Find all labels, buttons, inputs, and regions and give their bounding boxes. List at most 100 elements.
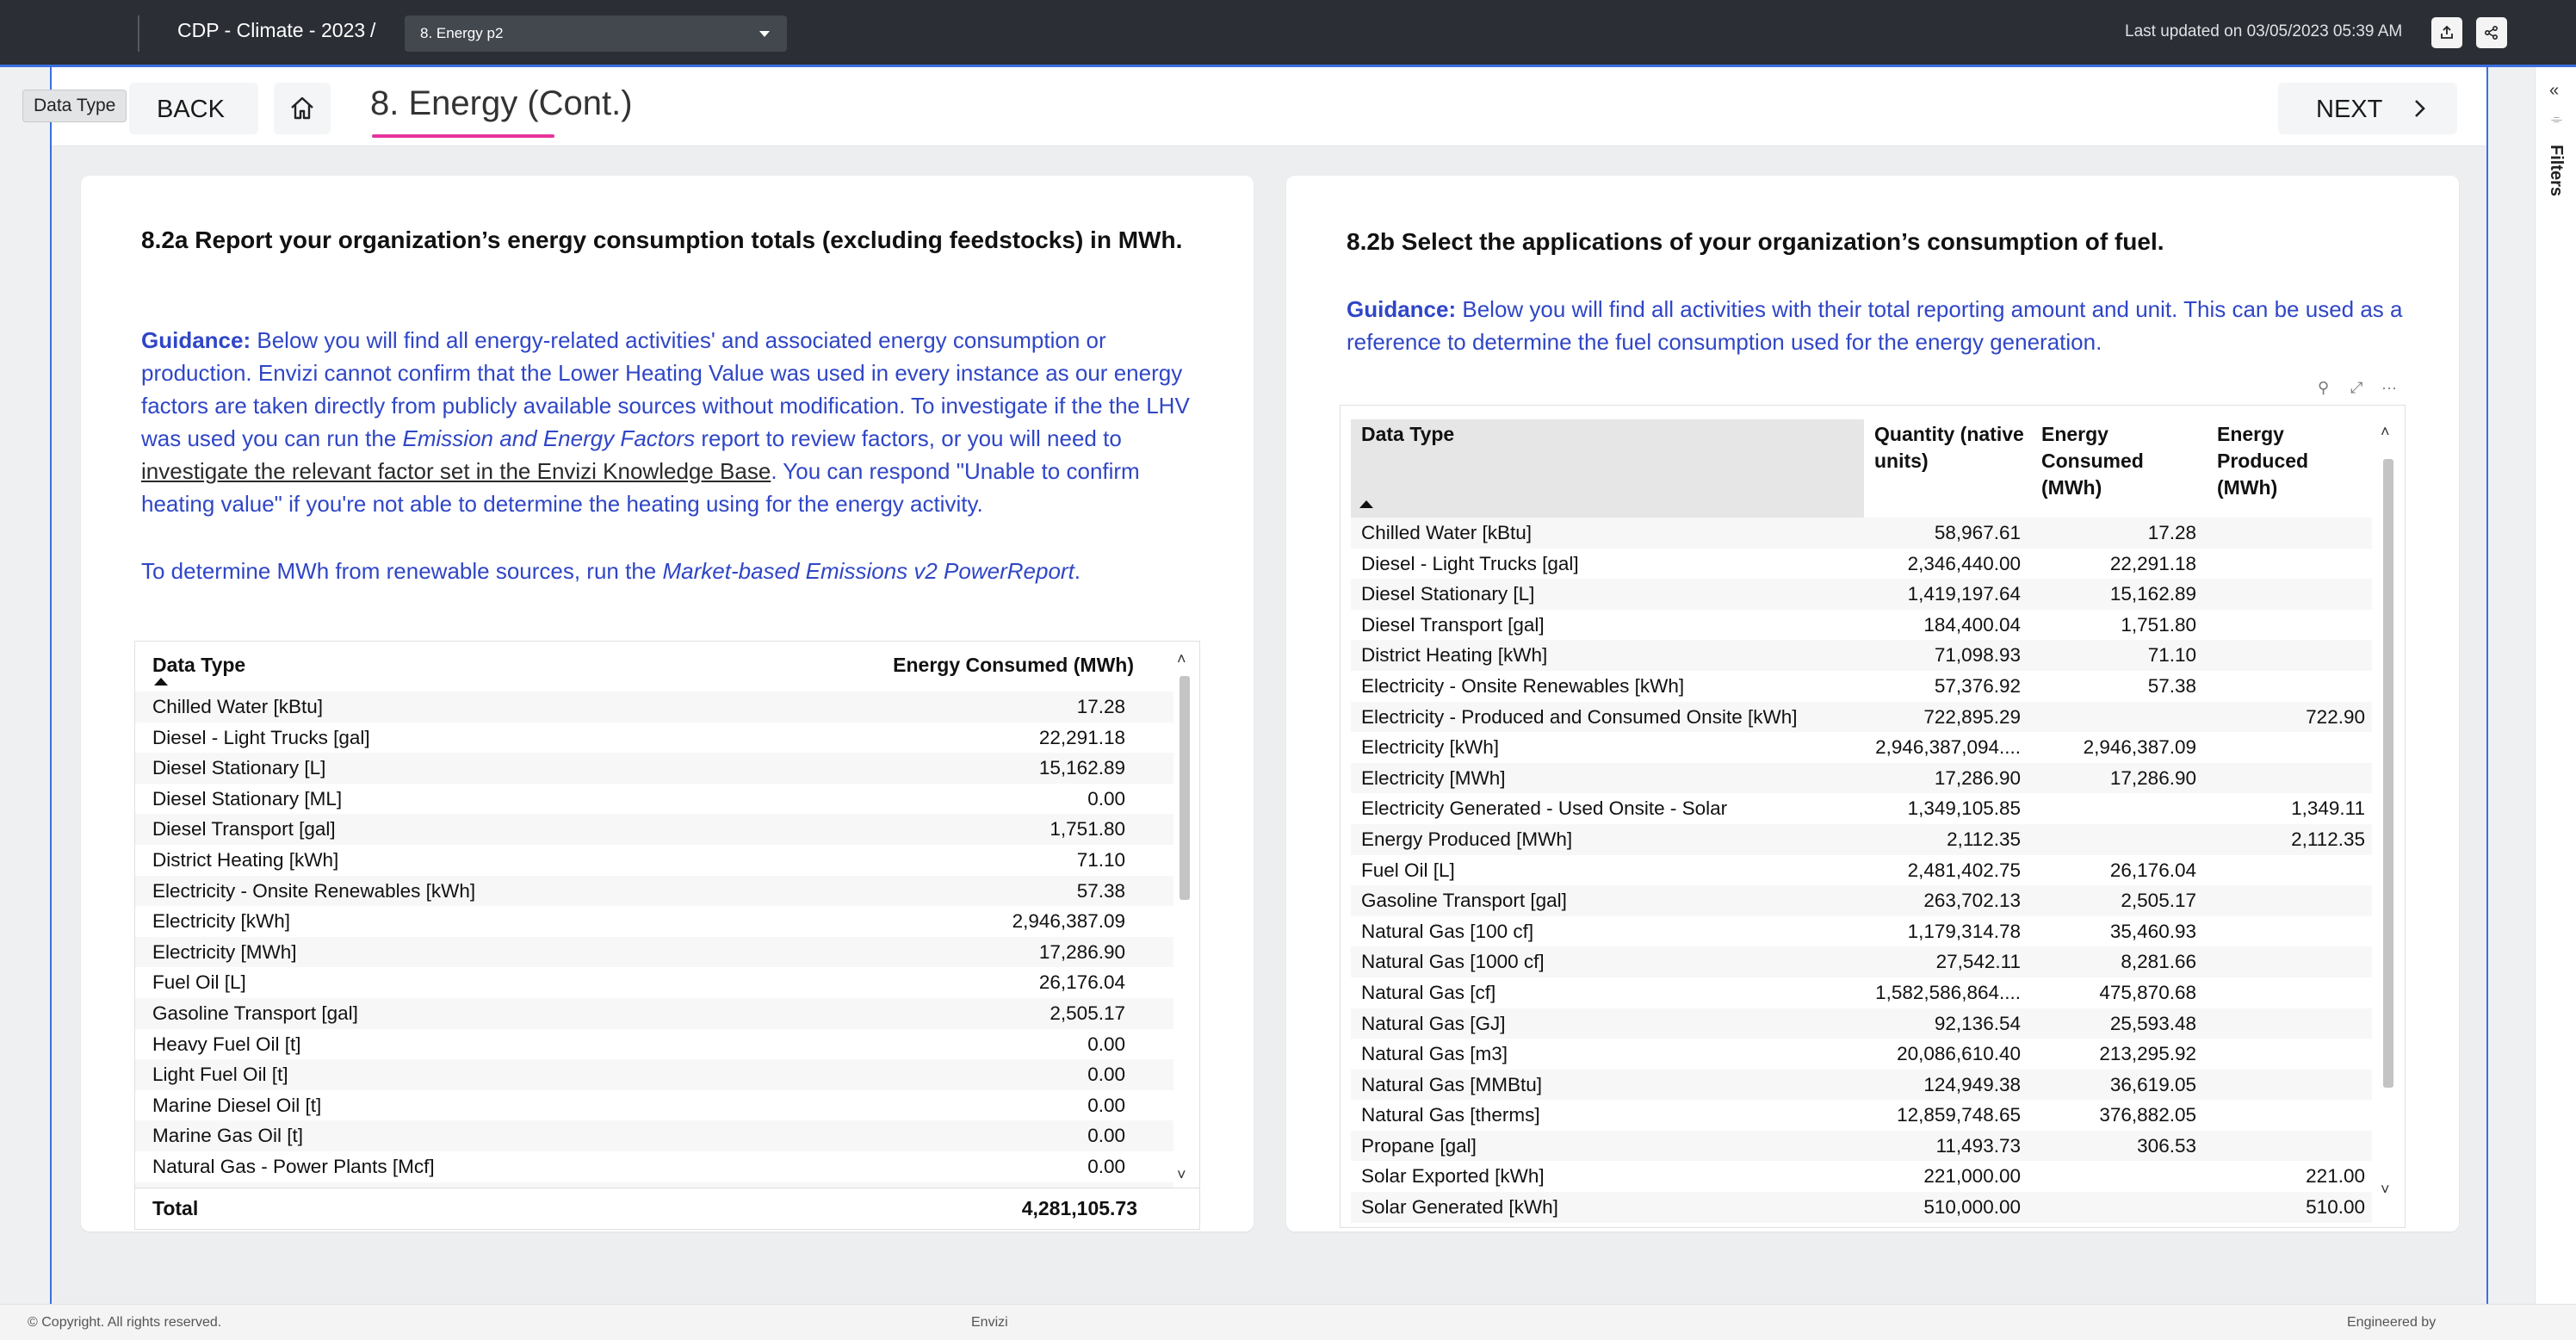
scrollbar-thumb[interactable] [1180, 676, 1190, 900]
page-selector-dropdown[interactable]: 8. Energy p2 [405, 16, 787, 52]
guidance-text: Below you will find all activities with … [1347, 296, 2403, 355]
focus-mode-icon[interactable]: ⤢ [2350, 379, 2362, 397]
table-row[interactable]: Natural Gas [therms] 12,859,748.65 376,882… [1351, 1100, 2372, 1131]
table-row[interactable]: Natural Gas [m3] 20,086,610.40 213,295.92 [1351, 1039, 2372, 1070]
table-row[interactable]: Light Fuel Oil [t] 0.00 [135, 1059, 1173, 1090]
cell-energy-consumed: 71.10 [2147, 644, 2196, 667]
table-row[interactable]: District Heating [kWh] 71.10 [135, 845, 1173, 876]
topbar-divider [138, 16, 139, 52]
column-header-energy-consumed[interactable]: Energy Consumed (MWh) [2041, 421, 2162, 501]
table-row[interactable]: Diesel - Light Trucks [gal] 22,291.18 [135, 723, 1173, 754]
table-row[interactable]: Energy Produced [MWh] 2,112.35 2,112.35 [1351, 823, 2372, 855]
cell-data-type: Diesel Transport [gal] [152, 818, 336, 841]
renewable-report-name: Market-based Emissions v2 PowerReport [662, 558, 1074, 584]
table-row[interactable]: Marine Gas Oil [t] 0.00 [135, 1120, 1173, 1151]
cell-quantity: 20,086,610.40 [1897, 1043, 2021, 1065]
share-button[interactable] [2476, 17, 2507, 48]
table-row[interactable]: Electricity - Onsite Renewables [kWh] 57.… [135, 875, 1173, 907]
scroll-up-icon[interactable]: ˄ [1177, 650, 1186, 668]
scrollbar-thumb[interactable] [2383, 459, 2393, 1088]
cell-data-type: Chilled Water [kBtu] [1361, 522, 1532, 543]
table-row[interactable]: Diesel Transport [gal] 1,751.80 [135, 814, 1173, 845]
table-row[interactable]: Fuel Oil [L] 2,481,402.75 26,176.04 [1351, 855, 2372, 886]
export-button[interactable] [2431, 17, 2462, 48]
table-row[interactable]: Electricity [MWh] 17,286.90 17,286.90 [1351, 762, 2372, 794]
fuel-applications-table[interactable]: Data Type Quantity (native units) Energy… [1340, 405, 2406, 1228]
knowledge-base-link[interactable]: investigate the relevant factor set in t… [141, 458, 771, 484]
table-row[interactable]: Natural Gas [100 cf] 1,179,314.78 35,460.9… [1351, 916, 2372, 947]
cell-quantity: 17,286.90 [1934, 766, 2021, 789]
cell-energy-consumed: 0.00 [1087, 1125, 1125, 1147]
cell-energy-consumed: 376,882.05 [2099, 1104, 2196, 1126]
column-header-data-type[interactable]: Data Type [1361, 421, 1843, 448]
filters-label[interactable]: Filters [2546, 145, 2566, 196]
table-row[interactable]: Marine Diesel Oil [t] 0.00 [135, 1090, 1173, 1121]
table-row[interactable]: Solar Exported [kWh] 221,000.00 221.00 [1351, 1161, 2372, 1192]
table-row[interactable]: Electricity - Produced and Consumed Onsi… [1351, 701, 2372, 733]
home-button[interactable] [274, 83, 331, 134]
table-row[interactable]: Electricity [kWh] 2,946,387.09 [135, 906, 1173, 937]
table-row[interactable]: Electricity [MWh] 17,286.90 [135, 936, 1173, 968]
table-row[interactable]: Gasoline Transport [gal] 263,702.13 2,505.… [1351, 885, 2372, 916]
table-row[interactable]: Natural Gas [GJ] 92,136.54 25,593.48 [1351, 1008, 2372, 1039]
cell-data-type: Marine Diesel Oil [t] [152, 1094, 322, 1116]
cell-energy-consumed: 213,295.92 [2099, 1043, 2196, 1065]
filter-icon[interactable]: ⚲ [2318, 379, 2329, 397]
table-row[interactable]: Natural Gas [cf] 1,582,586,864.... 475,870… [1351, 977, 2372, 1008]
table-row[interactable]: Propane [gal] 11,493.73 306.53 [1351, 1130, 2372, 1162]
engineered-by-text: Engineered by [2347, 1315, 2437, 1330]
scroll-up-icon[interactable]: ˄ [2381, 423, 2390, 441]
table-row[interactable]: District Heating [kWh] 71,098.93 71.10 [1351, 640, 2372, 671]
table-row[interactable]: Diesel Stationary [L] 15,162.89 [135, 753, 1173, 784]
table-row[interactable]: Gasoline Transport [gal] 2,505.17 [135, 997, 1173, 1029]
table-row[interactable]: Fuel Oil [L] 26,176.04 [135, 967, 1173, 998]
cell-energy-produced: 722.90 [2306, 705, 2365, 728]
column-header-energy-produced[interactable]: Energy Produced (MWh) [2217, 421, 2338, 501]
cell-data-type: District Heating [kWh] [1361, 644, 1548, 667]
table-row[interactable]: Diesel Stationary [ML] 0.00 [135, 784, 1173, 815]
filters-pane[interactable]: « ⌯ Filters [2535, 67, 2576, 1304]
double-chevron-left-icon[interactable]: « [2549, 81, 2559, 101]
report-title[interactable]: CDP - Climate - 2023 [177, 19, 365, 42]
copyright-text: © Copyright. All rights reserved. [28, 1315, 222, 1330]
vertical-scrollbar[interactable]: ˄ ˅ [2379, 423, 2398, 1207]
cell-data-type: Heavy Fuel Oil [t] [152, 1033, 301, 1055]
table-row[interactable]: Diesel Stationary [L] 1,419,197.64 15,162.… [1351, 579, 2372, 610]
table-row[interactable]: Natural Gas - Power Plants [Mcf] 0.00 [135, 1151, 1173, 1182]
more-options-icon[interactable]: ··· [2381, 379, 2397, 397]
next-button[interactable]: NEXT [2278, 83, 2457, 134]
table-row[interactable]: Solar Generated [kWh] 510,000.00 510.00 [1351, 1192, 2372, 1223]
table-row[interactable]: Natural Gas [MMBtu] 124,949.38 36,619.05 [1351, 1069, 2372, 1101]
cell-data-type: District Heating [kWh] [152, 848, 339, 871]
table-row[interactable]: Electricity Generated - Used Onsite - So… [1351, 793, 2372, 824]
table-row[interactable]: Chilled Water [kBtu] 58,967.61 17.28 [1351, 518, 2372, 549]
scroll-down-icon[interactable]: ˅ [1177, 1166, 1186, 1184]
renewable-note: To determine MWh from renewable sources,… [141, 555, 1200, 587]
cell-energy-consumed: 57.38 [2147, 674, 2196, 697]
table-row[interactable]: Natural Gas [1000 cf] 27,542.11 8,281.66 [1351, 946, 2372, 977]
table-row[interactable]: Diesel - Light Trucks [gal] 2,346,440.00 2… [1351, 549, 2372, 580]
cell-quantity: 58,967.61 [1934, 522, 2021, 543]
cell-energy-consumed: 71.10 [1076, 848, 1125, 871]
table-row[interactable]: Diesel Transport [gal] 184,400.04 1,751.80 [1351, 610, 2372, 641]
cell-quantity: 510,000.00 [1923, 1196, 2021, 1219]
filter-funnel-icon: ⌯ [2551, 112, 2562, 127]
vertical-scrollbar[interactable]: ˄ ˅ [1175, 650, 1194, 1184]
cell-data-type: Diesel Transport [gal] [1361, 613, 1545, 636]
cell-quantity: 1,582,586,864.... [1875, 981, 2021, 1003]
sort-ascending-icon [1359, 500, 1373, 508]
scroll-down-icon[interactable]: ˅ [2381, 1181, 2390, 1199]
column-header-energy-consumed[interactable]: Energy Consumed (MWh) [893, 654, 1134, 677]
table-row[interactable]: Electricity [kWh] 2,946,387,094.... 2,946,… [1351, 732, 2372, 763]
cell-energy-consumed: 0.00 [1087, 1155, 1125, 1177]
table-row[interactable]: Chilled Water [kBtu] 17.28 [135, 692, 1173, 723]
table-row[interactable]: Heavy Fuel Oil [t] 0.00 [135, 1029, 1173, 1060]
energy-consumption-table[interactable]: Data Type Energy Consumed (MWh) Chilled … [134, 641, 1200, 1230]
column-header-quantity[interactable]: Quantity (native units) [1874, 421, 2029, 475]
table-row[interactable]: Electricity - Onsite Renewables [kWh] 57,… [1351, 671, 2372, 702]
back-button[interactable]: BACK [129, 83, 258, 134]
column-header-data-type[interactable]: Data Type [152, 654, 245, 677]
guidance-text: report to review factors, or you will ne… [701, 425, 1122, 451]
cell-energy-consumed: 17,286.90 [1038, 940, 1125, 963]
sort-ascending-icon [154, 678, 168, 686]
